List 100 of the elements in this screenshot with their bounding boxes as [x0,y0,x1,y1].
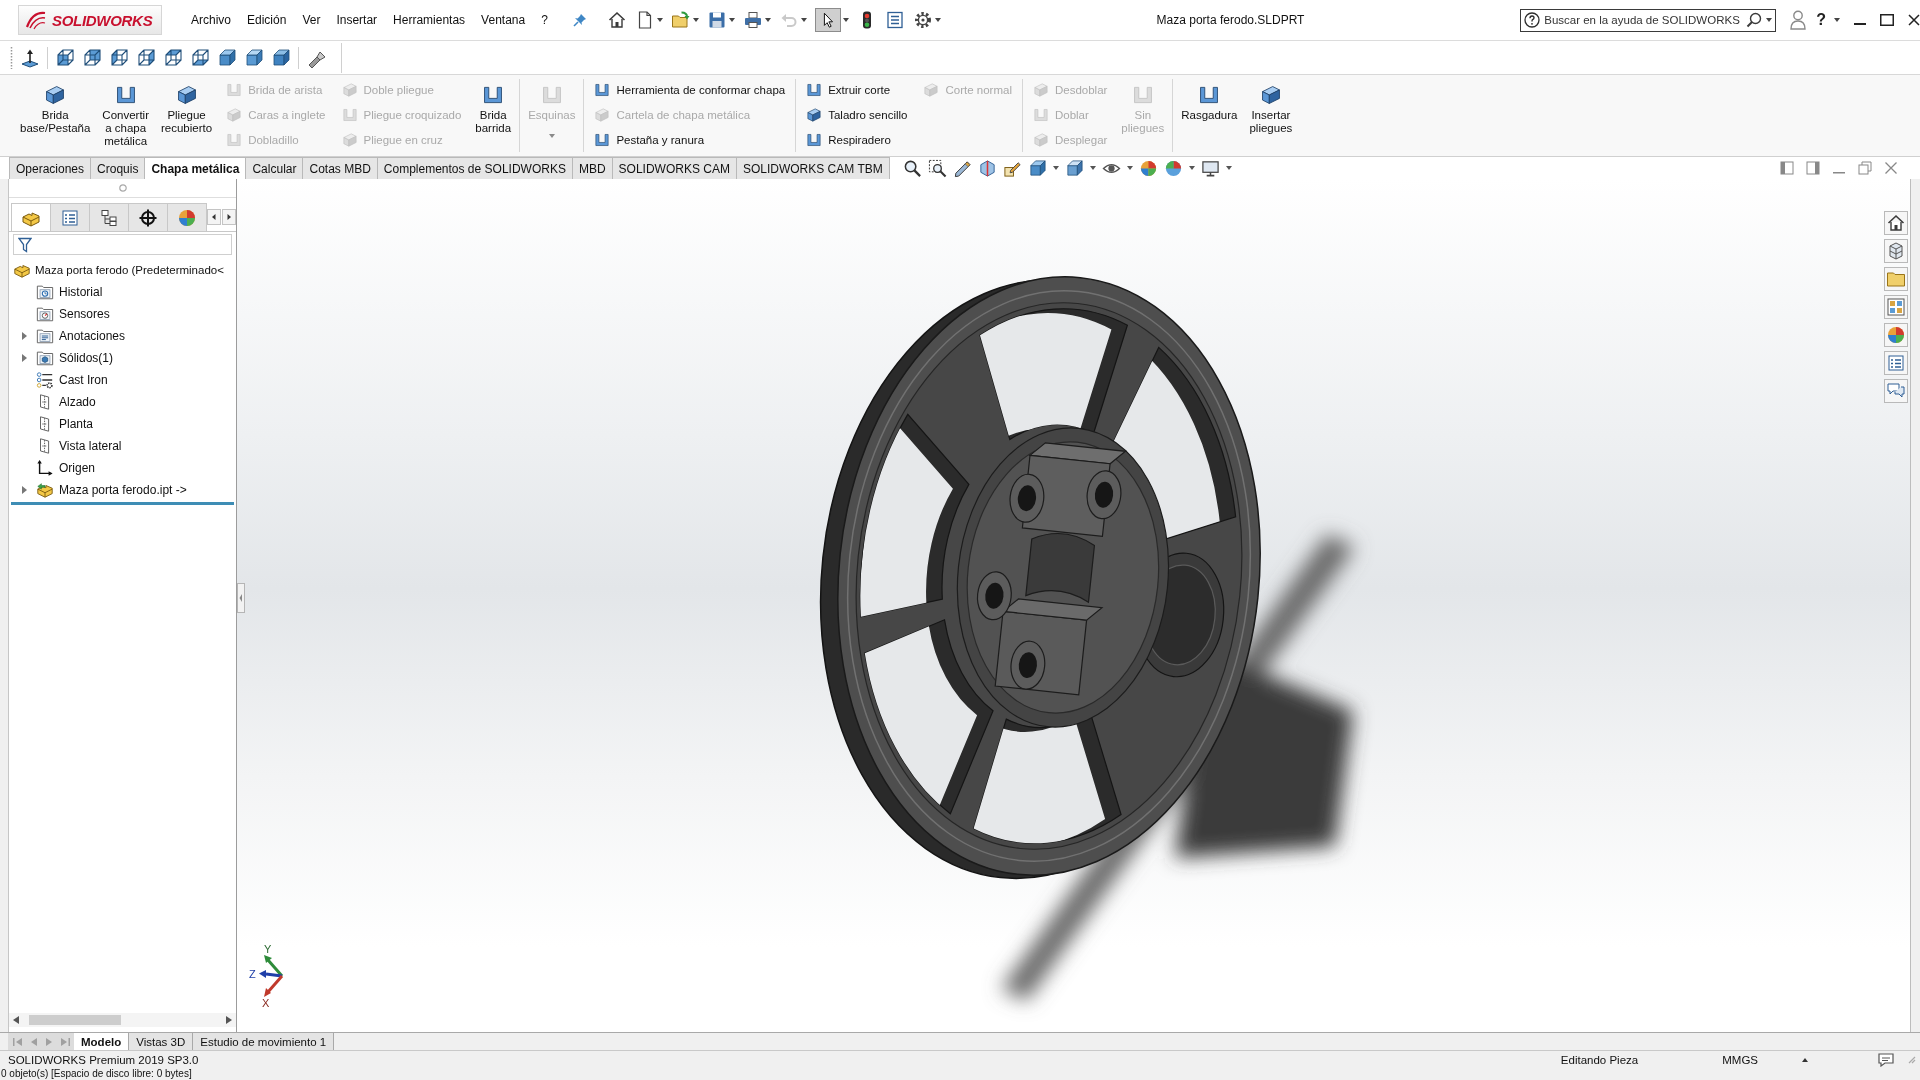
caret-icon[interactable] [842,18,849,22]
tile-left-icon[interactable] [1780,161,1794,175]
tile-right-icon[interactable] [1806,161,1820,175]
caret-up-icon[interactable] [1802,1057,1808,1062]
ribbon-tab[interactable]: Croquis [90,157,146,179]
zoom-area-icon[interactable] [927,158,947,178]
ribbon-tab[interactable]: SOLIDWORKS CAM TBM [735,157,890,179]
pin-icon[interactable] [572,13,587,27]
ribbon-tab[interactable]: Operaciones [9,157,92,179]
printer-icon[interactable] [742,10,763,30]
open-folder-icon[interactable] [670,10,691,30]
help-search-field[interactable]: Buscar en la ayuda de SOLIDWORKS [1520,8,1777,32]
tree-item[interactable]: Maza porta ferodo (Predeterminado< [35,264,224,276]
maximize-icon[interactable] [1880,14,1894,26]
menu-item[interactable]: Ventana [473,8,534,32]
plane-arrow-icon[interactable] [20,47,40,68]
monitor-icon[interactable] [1200,158,1220,178]
tree-item[interactable]: Anotaciones [59,329,126,343]
cube-view-icon[interactable] [244,47,264,68]
search-icon[interactable] [1746,12,1763,28]
menu-item[interactable]: Edición [239,8,295,32]
tile-grid-icon[interactable] [1884,295,1908,319]
caret-icon[interactable] [728,18,735,22]
bottom-tab[interactable]: Modelo [74,1033,130,1050]
command-button[interactable]: Pliegue recubierto [155,75,219,155]
caret-icon[interactable] [764,18,771,22]
caret-icon[interactable] [1188,166,1195,170]
settings-gear-icon[interactable] [912,10,933,30]
cube-view-icon[interactable] [55,47,75,68]
menu-item[interactable]: Herramientas [385,8,474,32]
resize-grip-icon[interactable] [1908,1055,1916,1064]
color-sphere-icon[interactable] [1138,158,1158,178]
caret-icon[interactable] [1834,18,1840,22]
command-button[interactable]: Brida base/Pestaña [14,75,97,155]
tree-item[interactable]: Sólidos(1) [59,351,114,365]
tree-item[interactable]: Planta [59,417,94,431]
menu-item[interactable]: ? [533,8,556,32]
command-button[interactable]: Taladro sencillo [806,102,908,127]
command-button[interactable]: Respiradero [806,127,908,152]
command-button[interactable]: Herramienta de conformar chapa [594,77,786,102]
cube-view-icon[interactable] [163,47,183,68]
close-icon[interactable] [1908,14,1920,26]
command-button[interactable]: Extruir corte [806,77,908,102]
filter-field[interactable] [13,234,232,255]
ribbon-tab[interactable]: Complementos de SOLIDWORKS [376,157,573,179]
tree-item[interactable]: Vista lateral [59,439,122,453]
caret-icon[interactable] [656,18,663,22]
caret-icon[interactable] [1089,166,1096,170]
command-button[interactable]: Convertir a chapa metálica [96,75,155,155]
command-button[interactable]: Insertar pliegues [1243,75,1299,155]
property-list-icon[interactable] [1884,351,1908,375]
cube-view-icon[interactable] [190,47,210,68]
cube-icon[interactable] [1027,158,1047,178]
property-sheet-icon[interactable] [884,10,905,30]
tree-item[interactable]: Cast Iron [59,373,108,387]
caret-icon[interactable] [934,18,941,22]
ribbon-tab[interactable]: SOLIDWORKS CAM [611,157,737,179]
cube-view-icon[interactable] [271,47,291,68]
menu-item[interactable]: Insertar [328,8,386,32]
cube-view-icon[interactable] [82,47,102,68]
ribbon-tab[interactable]: Chapa metálica [144,157,247,179]
caret-icon[interactable] [692,18,699,22]
grip-handle-icon[interactable] [10,46,13,69]
panel-tab[interactable] [89,203,129,231]
user-icon[interactable] [1790,10,1807,30]
splitter-handle-icon[interactable] [237,583,245,613]
bottom-tab[interactable]: Vistas 3D [129,1033,194,1050]
scroll-left-icon[interactable] [13,1016,19,1024]
scrollbar-thumb[interactable] [29,1015,121,1025]
tree-item[interactable]: Maza porta ferodo.ipt -> [59,483,187,497]
ribbon-tab[interactable]: MBD [571,157,613,179]
units-status[interactable]: MMGS [1722,1053,1758,1066]
menu-item[interactable]: Ver [294,8,329,32]
horizontal-scrollbar[interactable] [9,1013,236,1027]
cube-view-icon[interactable] [217,47,237,68]
menu-item[interactable]: Archivo [183,8,239,32]
cube-view-icon[interactable] [109,47,129,68]
ribbon-tab[interactable]: Cotas MBD [302,157,378,179]
expand-arrow-icon[interactable] [22,332,27,340]
expand-arrow-icon[interactable] [22,354,27,362]
command-button[interactable]: Rasgadura [1175,75,1244,155]
color-sphere-icon[interactable] [1163,158,1183,178]
folder-icon[interactable] [1884,267,1908,291]
caret-icon[interactable] [1766,18,1773,22]
pencil-icon[interactable] [952,158,972,178]
pointer-icon[interactable] [814,8,841,32]
command-button[interactable]: Brida barrida [469,75,518,155]
cube-view-icon[interactable] [136,47,156,68]
home-icon[interactable] [1884,211,1908,235]
sectioned-box-icon[interactable] [977,158,997,178]
tree-item[interactable]: Historial [59,285,103,299]
magnifier-icon[interactable] [902,158,922,178]
tree-item[interactable]: Origen [59,461,96,475]
help-button[interactable]: ? [1816,11,1826,29]
shaded-cube-icon[interactable] [1064,158,1084,178]
caret-icon[interactable] [1052,166,1059,170]
expand-arrow-icon[interactable] [22,486,27,494]
tree-item[interactable]: Alzado [59,395,96,409]
cube-outline-icon[interactable] [1884,239,1908,263]
caret-icon[interactable] [1225,166,1232,170]
